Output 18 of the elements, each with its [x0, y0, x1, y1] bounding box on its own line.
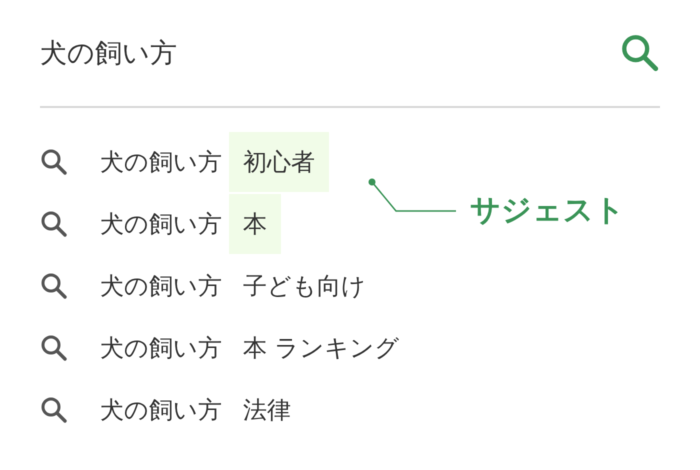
search-icon[interactable] — [40, 210, 68, 238]
search-field[interactable]: 犬の飼い方 — [40, 38, 440, 68]
suggestion-text[interactable]: 犬の飼い方 — [100, 208, 222, 240]
suggestion-text[interactable]: 犬の飼い方 — [100, 332, 222, 364]
suggestion-text[interactable]: 犬の飼い方 — [100, 270, 222, 302]
suggestion-text[interactable]: 犬の飼い方 — [100, 146, 222, 178]
suggestion-text[interactable]: 犬の飼い方 — [100, 394, 222, 426]
search-icon[interactable] — [40, 334, 68, 362]
search-icon[interactable] — [40, 396, 68, 424]
highlighted-suffix[interactable]: 初心者 — [229, 132, 329, 192]
suggestion-suffix[interactable]: 本 ランキング — [229, 318, 414, 378]
highlighted-suffix[interactable]: 本 — [229, 194, 281, 254]
search-icon[interactable] — [620, 33, 660, 73]
callout-label: サジェスト — [470, 192, 625, 230]
search-icon[interactable] — [40, 272, 68, 300]
suggestion-suffix[interactable]: 子ども向け — [229, 256, 380, 316]
search-icon[interactable] — [40, 148, 68, 176]
suggestion-suffix[interactable]: 法律 — [229, 380, 305, 440]
